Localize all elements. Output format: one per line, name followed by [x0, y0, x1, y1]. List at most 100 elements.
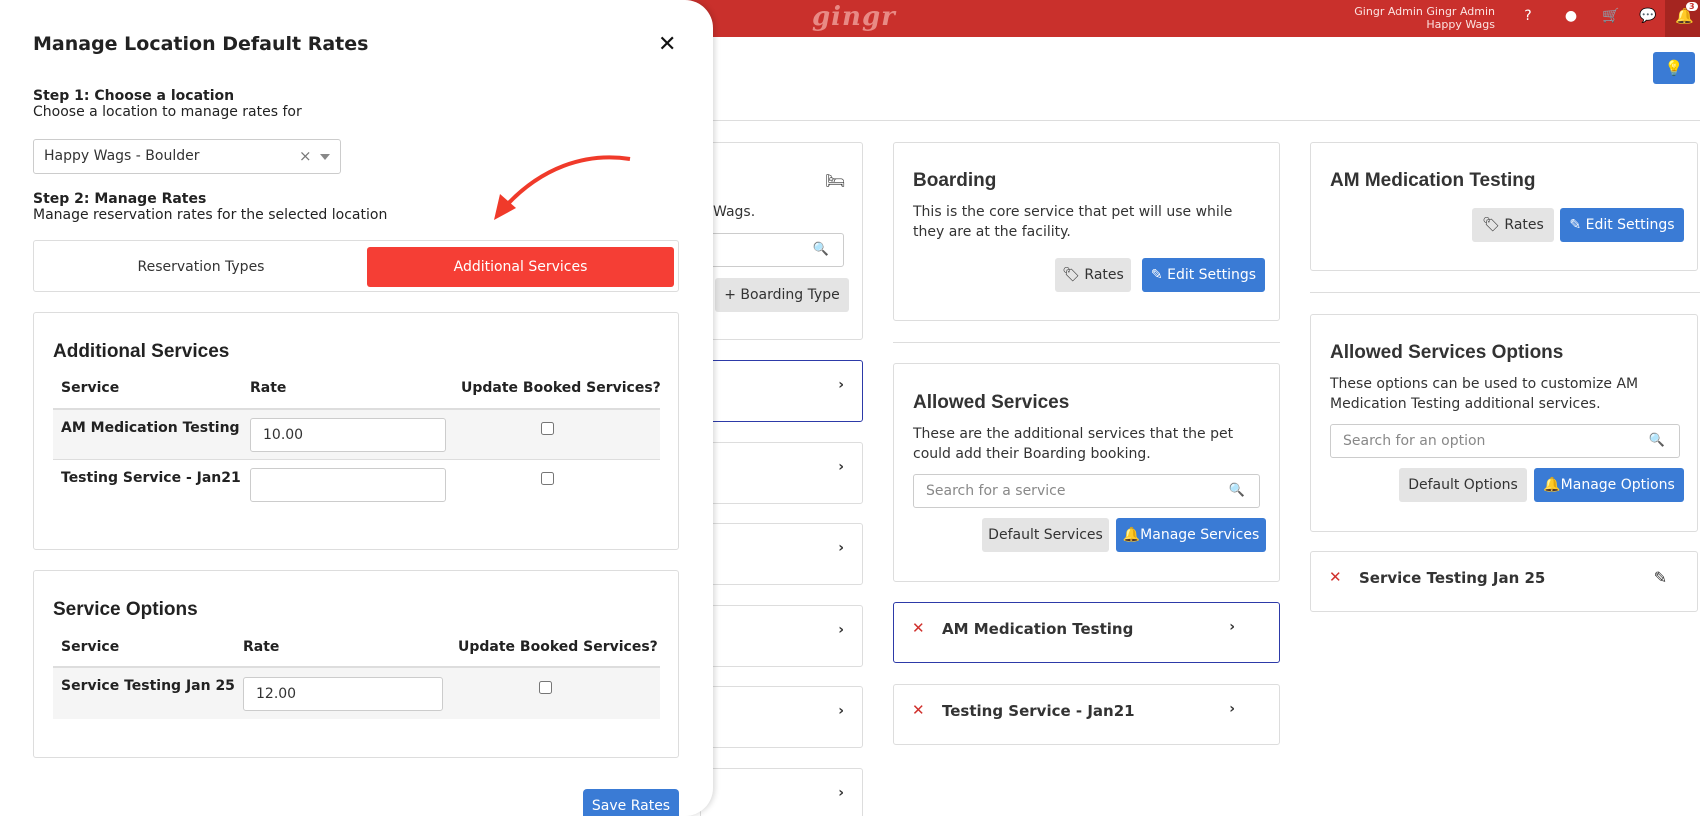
update-booked-checkbox[interactable] — [541, 472, 554, 485]
status-dot-icon[interactable]: ● — [1561, 8, 1581, 24]
boarding-type-item-2[interactable]: › — [700, 442, 863, 504]
chevron-right-icon: › — [1229, 701, 1235, 717]
header-divider — [713, 120, 1700, 121]
table-row: Testing Service - Jan21 — [53, 459, 660, 510]
boarding-type-item-4[interactable]: › — [700, 605, 863, 667]
tag-icon: 🏷 — [1062, 267, 1080, 283]
allowed-options-description: These options can be used to customize A… — [1330, 376, 1639, 412]
edit-settings-label: Edit Settings — [1585, 217, 1675, 233]
manage-services-button[interactable]: 🔔Manage Services — [1116, 518, 1266, 552]
chat-icon[interactable]: 💬 — [1638, 8, 1658, 24]
chevron-right-icon: › — [838, 622, 844, 638]
boarding-edit-settings-button[interactable]: ✎ Edit Settings — [1142, 258, 1265, 292]
allowed-options-card: Allowed Services Options These options c… — [1310, 314, 1698, 532]
right-divider — [1310, 292, 1700, 293]
service-name: AM Medication Testing — [61, 420, 240, 436]
bell-icon: 🔔 — [1543, 477, 1561, 493]
tab-additional-services[interactable]: Additional Services — [367, 247, 674, 287]
allowed-services-description: These are the additional services that t… — [913, 426, 1234, 462]
tag-icon: 🏷 — [1482, 217, 1500, 233]
pencil-icon[interactable]: ✎ — [1654, 568, 1667, 587]
wags-text: Wags. — [713, 204, 756, 220]
remove-icon[interactable]: ✕ — [912, 701, 925, 719]
column-update-booked: Update Booked Services? — [458, 639, 658, 655]
allowed-options-title: Allowed Services Options — [1330, 342, 1564, 363]
remove-icon[interactable]: ✕ — [1329, 568, 1342, 586]
user-menu[interactable]: Gingr Admin Gingr Admin Happy Wags — [1354, 5, 1495, 31]
chevron-right-icon: › — [838, 785, 844, 801]
chevron-right-icon: › — [838, 540, 844, 556]
chevron-right-icon: › — [838, 459, 844, 475]
cart-icon[interactable]: 🛒 — [1601, 8, 1621, 24]
tips-button[interactable]: 💡 — [1653, 52, 1695, 84]
update-booked-checkbox[interactable] — [541, 422, 554, 435]
rate-input[interactable] — [250, 418, 446, 452]
update-booked-checkbox[interactable] — [539, 681, 552, 694]
location-select[interactable]: Happy Wags - Boulder × — [33, 139, 341, 174]
add-boarding-type-button[interactable]: + Boarding Type — [715, 278, 849, 312]
allowed-service-label: AM Medication Testing — [942, 620, 1134, 638]
option-search-input[interactable]: Search for an option 🔍 — [1330, 424, 1680, 458]
bed-icon: 🛏 — [825, 171, 846, 190]
allowed-option-item[interactable]: ✕ Service Testing Jan 25 ✎ — [1310, 551, 1698, 612]
service-name: Testing Service - Jan21 — [61, 470, 241, 486]
pencil-icon: ✎ — [1569, 217, 1582, 233]
step-2-description: Manage reservation rates for the selecte… — [33, 207, 388, 223]
service-options-heading: Service Options — [53, 599, 198, 620]
allowed-service-item[interactable]: ✕ AM Medication Testing › — [893, 602, 1280, 663]
notifications-button[interactable]: 🔔 3 — [1665, 0, 1700, 37]
close-icon[interactable]: ✕ — [658, 32, 676, 57]
additional-services-section: Additional Services Service Rate Update … — [33, 312, 679, 550]
default-services-button[interactable]: Default Services — [982, 518, 1109, 552]
boarding-type-item-1[interactable]: › — [700, 360, 863, 422]
boarding-type-search[interactable]: 🔍 — [699, 233, 844, 267]
step-1-title: Step 1: Choose a location — [33, 88, 235, 104]
table-row: AM Medication Testing — [53, 408, 660, 459]
user-name: Gingr Admin Gingr Admin — [1354, 5, 1495, 18]
am-medication-title: AM Medication Testing — [1330, 170, 1536, 191]
annotation-arrow — [494, 155, 631, 220]
modal-title: Manage Location Default Rates — [33, 33, 369, 55]
service-options-section: Service Options Service Rate Update Book… — [33, 570, 679, 758]
allowed-services-card: Allowed Services These are the additiona… — [893, 363, 1280, 582]
manage-options-label: Manage Options — [1560, 477, 1675, 493]
am-rates-button[interactable]: 🏷 Rates — [1472, 208, 1554, 242]
default-options-button[interactable]: Default Options — [1399, 468, 1527, 502]
service-name: Service Testing Jan 25 — [61, 678, 235, 694]
allowed-service-label: Testing Service - Jan21 — [942, 702, 1135, 720]
boarding-type-item-6[interactable]: › — [700, 768, 863, 816]
boarding-rates-button[interactable]: 🏷 Rates — [1055, 258, 1131, 292]
allowed-service-item[interactable]: ✕ Testing Service - Jan21 › — [893, 684, 1280, 745]
tab-reservation-types[interactable]: Reservation Types — [40, 247, 362, 287]
help-icon[interactable]: ? — [1518, 8, 1538, 24]
clear-icon[interactable]: × — [299, 140, 312, 173]
chevron-right-icon: › — [838, 703, 844, 719]
search-icon: 🔍 — [1648, 433, 1665, 448]
column-rate: Rate — [243, 639, 280, 655]
chevron-right-icon: › — [1229, 619, 1235, 635]
am-medication-card: AM Medication Testing 🏷 Rates ✎ Edit Set… — [1310, 142, 1698, 271]
gingr-logo[interactable]: gingr — [812, 2, 896, 32]
service-search-input[interactable]: Search for a service 🔍 — [913, 474, 1260, 508]
column-service: Service — [61, 380, 120, 396]
manage-services-label: Manage Services — [1140, 527, 1260, 543]
boarding-type-item-3[interactable]: › — [700, 523, 863, 585]
save-rates-button[interactable]: Save Rates — [583, 789, 679, 816]
rate-input[interactable] — [243, 677, 443, 711]
manage-rates-modal: Manage Location Default Rates ✕ Step 1: … — [0, 0, 713, 816]
column-rate: Rate — [250, 380, 287, 396]
boarding-card: Boarding This is the core service that p… — [893, 142, 1280, 321]
plus-icon: + — [724, 287, 736, 303]
rate-input[interactable] — [250, 468, 446, 502]
step-2: Step 2: Manage Rates Manage reservation … — [33, 191, 387, 223]
additional-services-heading: Additional Services — [53, 341, 230, 362]
rates-label: Rates — [1084, 267, 1124, 283]
boarding-type-item-5[interactable]: › — [700, 686, 863, 748]
chevron-right-icon: › — [838, 377, 844, 393]
am-edit-settings-button[interactable]: ✎ Edit Settings — [1560, 208, 1684, 242]
manage-options-button[interactable]: 🔔Manage Options — [1534, 468, 1684, 502]
remove-icon[interactable]: ✕ — [912, 619, 925, 637]
middle-divider — [893, 342, 1280, 343]
table-row: Service Testing Jan 25 — [53, 666, 660, 719]
chevron-down-icon[interactable] — [320, 154, 330, 160]
